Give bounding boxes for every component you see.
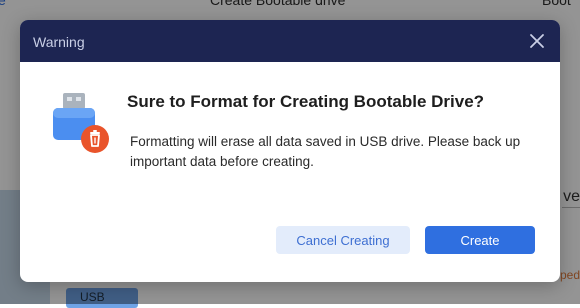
dialog-title: Warning — [33, 34, 85, 50]
warning-dialog: Warning Sure to Format for Creating Boot… — [20, 20, 560, 282]
dialog-message: Formatting will erase all data saved in … — [130, 134, 521, 169]
close-icon — [530, 34, 544, 48]
usb-drive-trash-icon — [50, 92, 114, 156]
close-button[interactable] — [526, 30, 548, 52]
create-button[interactable]: Create — [425, 226, 535, 254]
dialog-heading: Sure to Format for Creating Bootable Dri… — [127, 92, 485, 111]
cancel-creating-button[interactable]: Cancel Creating — [276, 226, 410, 254]
dialog-header: Warning — [20, 20, 560, 62]
